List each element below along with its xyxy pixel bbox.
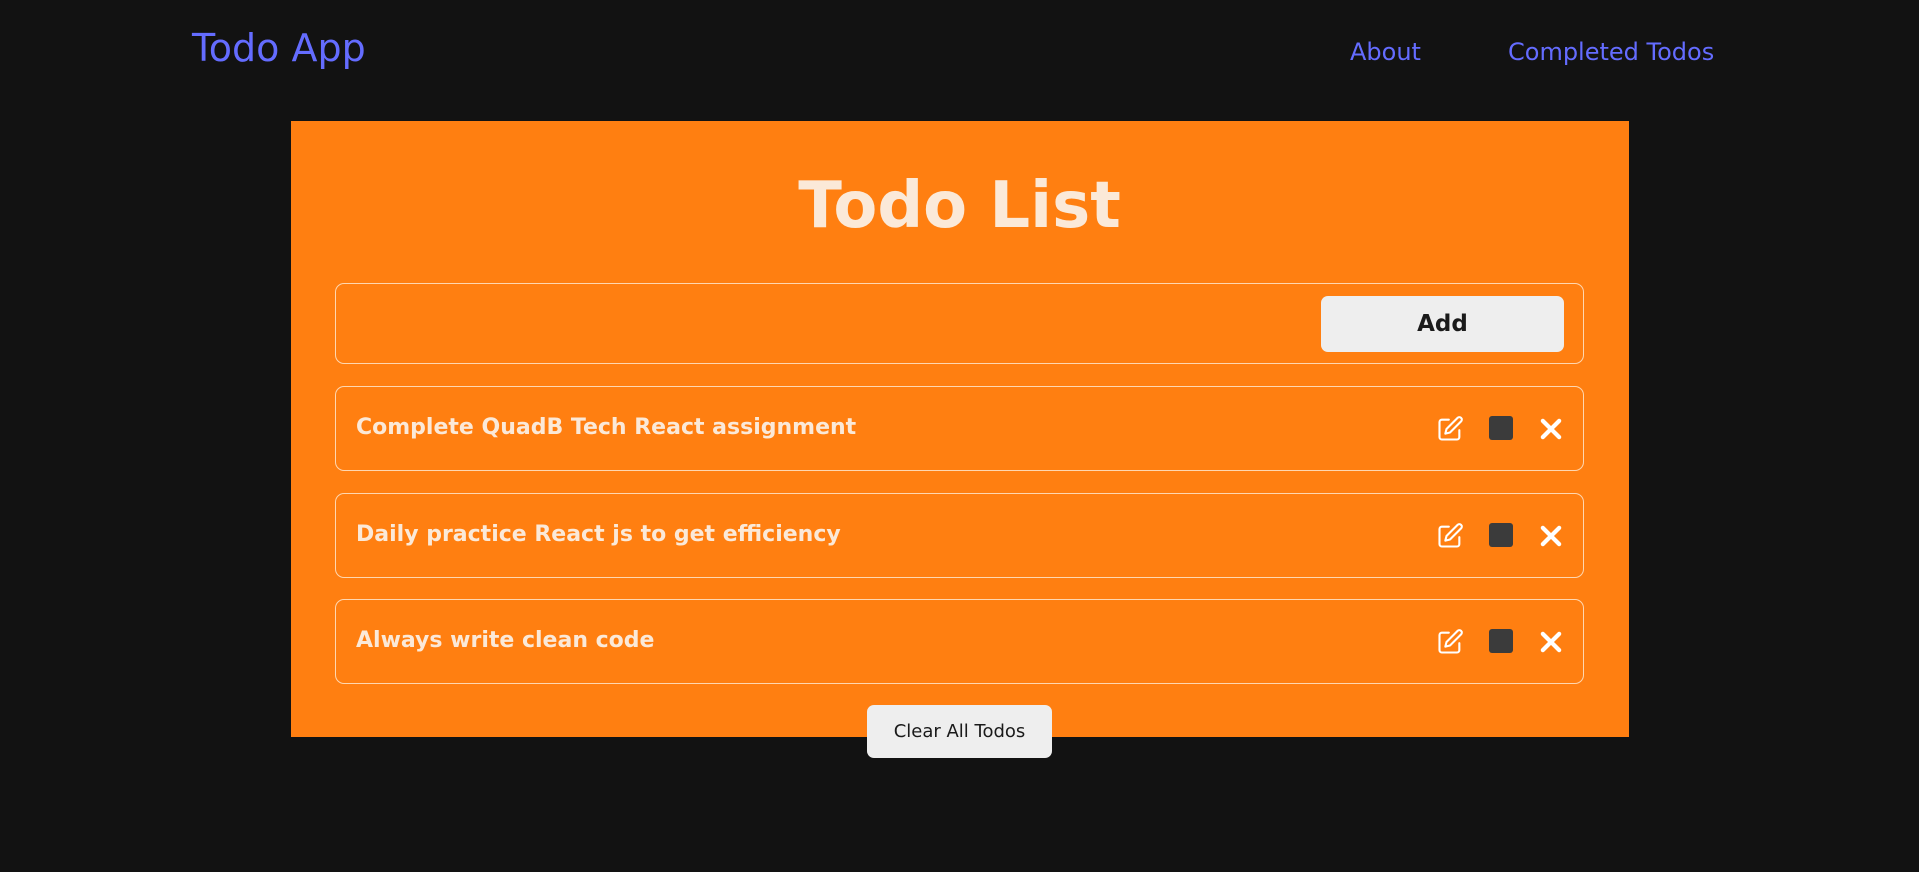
brand-link[interactable]: Todo App xyxy=(192,26,366,72)
todo-item: Always write clean code xyxy=(335,599,1584,684)
clear-all-button[interactable]: Clear All Todos xyxy=(867,705,1052,758)
todo-item: Daily practice React js to get efficienc… xyxy=(335,493,1584,578)
close-icon[interactable] xyxy=(1537,415,1565,443)
navbar: Todo App About Completed Todos xyxy=(0,0,1919,106)
nav-link-completed-todos[interactable]: Completed Todos xyxy=(1508,38,1714,67)
edit-icon[interactable] xyxy=(1436,628,1464,656)
todo-input[interactable] xyxy=(348,296,1312,354)
complete-checkbox[interactable] xyxy=(1489,629,1513,653)
add-button[interactable]: Add xyxy=(1321,296,1564,352)
todo-text: Daily practice React js to get efficienc… xyxy=(356,522,841,547)
page-title: Todo List xyxy=(798,169,1121,243)
complete-checkbox[interactable] xyxy=(1489,523,1513,547)
close-icon[interactable] xyxy=(1537,522,1565,550)
nav-link-about[interactable]: About xyxy=(1350,38,1421,67)
todo-input-row: Add xyxy=(335,283,1584,364)
todo-text: Complete QuadB Tech React assignment xyxy=(356,415,857,440)
todo-text: Always write clean code xyxy=(356,628,655,653)
todo-item: Complete QuadB Tech React assignment xyxy=(335,386,1584,471)
close-icon[interactable] xyxy=(1537,628,1565,656)
page: Todo App About Completed Todos Todo List… xyxy=(0,0,1919,872)
complete-checkbox[interactable] xyxy=(1489,416,1513,440)
edit-icon[interactable] xyxy=(1436,415,1464,443)
edit-icon[interactable] xyxy=(1436,522,1464,550)
